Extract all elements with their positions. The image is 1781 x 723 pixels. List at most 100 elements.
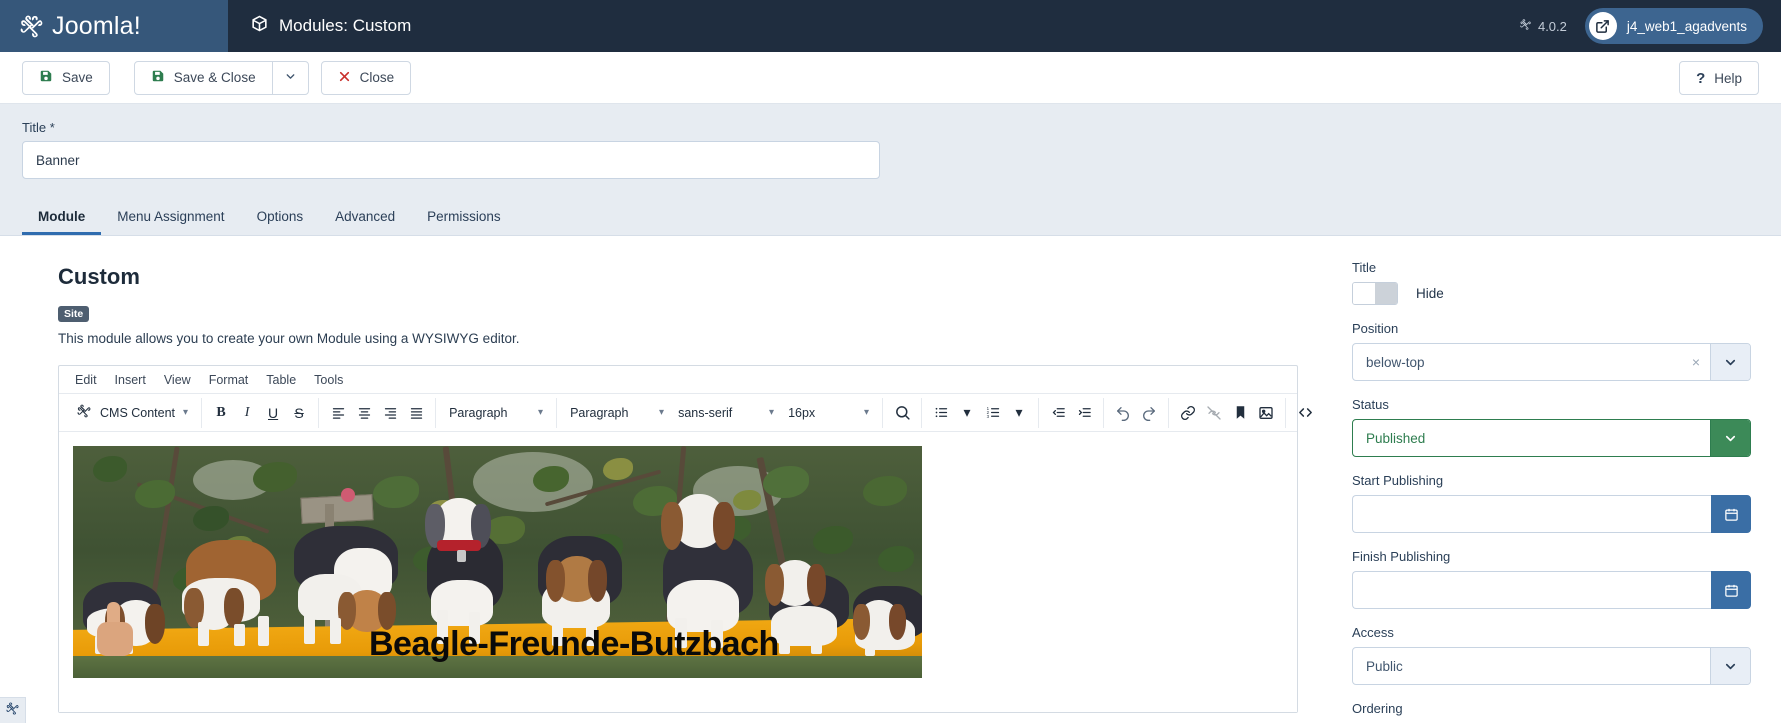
title-visibility-switcher: Hide: [1352, 282, 1751, 305]
joomla-icon: [76, 403, 92, 422]
chevron-down-icon[interactable]: [1710, 344, 1750, 380]
block-format-group-2: Paragraph ▾ sans-serif ▾ 16px ▾: [557, 397, 884, 428]
human-hand: [95, 602, 141, 660]
wysiwyg-editor: Edit Insert View Format Table Tools CMS: [58, 365, 1354, 713]
chevron-down-icon: ▾: [1015, 404, 1023, 420]
title-show-hide-toggle[interactable]: [1352, 282, 1398, 305]
user-name-label: j4_web1_agadvents: [1626, 18, 1747, 34]
undo-icon[interactable]: [1110, 400, 1136, 426]
numbered-list-icon[interactable]: 123: [980, 400, 1006, 426]
tab-options[interactable]: Options: [241, 209, 320, 236]
align-left-icon[interactable]: [325, 400, 351, 426]
page-title-zone: Modules: Custom: [228, 14, 411, 38]
align-justify-icon[interactable]: [403, 400, 429, 426]
calendar-icon[interactable]: [1711, 495, 1751, 533]
tab-permissions[interactable]: Permissions: [411, 209, 517, 236]
strikethrough-button[interactable]: S: [286, 400, 312, 426]
chevron-down-icon: ▾: [864, 407, 870, 418]
save-and-close-label: Save & Close: [173, 70, 256, 85]
font-family-dropdown[interactable]: sans-serif ▾: [671, 400, 781, 426]
calendar-icon[interactable]: [1711, 571, 1751, 609]
unlink-icon[interactable]: [1201, 400, 1227, 426]
access-value: Public: [1366, 658, 1403, 674]
joomla-logo[interactable]: Joomla!: [18, 13, 141, 40]
save-dropdown-toggle[interactable]: [271, 60, 309, 95]
joomla-icon: [1519, 18, 1532, 34]
menu-table[interactable]: Table: [258, 370, 304, 390]
ordering-group: Ordering: [1352, 701, 1751, 716]
status-group: Status Published: [1352, 397, 1751, 457]
tab-advanced[interactable]: Advanced: [319, 209, 411, 236]
banner-image[interactable]: Beagle-Freunde-Butzbach: [73, 446, 922, 678]
brand-block[interactable]: Joomla!: [0, 0, 228, 52]
tab-module[interactable]: Module: [22, 209, 102, 235]
external-link-icon: [1588, 12, 1617, 40]
version-label: 4.0.2: [1537, 18, 1567, 34]
indent-icon[interactable]: [1071, 400, 1097, 426]
title-input[interactable]: [22, 141, 880, 179]
editor-menubar: Edit Insert View Format Table Tools: [59, 366, 1297, 394]
position-group: Position below-top ×: [1352, 321, 1751, 381]
redo-icon[interactable]: [1136, 400, 1162, 426]
status-value: Published: [1366, 430, 1426, 446]
header-right: 4.0.2 j4_web1_agadvents: [1519, 0, 1763, 52]
bold-button[interactable]: B: [208, 400, 234, 426]
italic-button[interactable]: I: [234, 400, 260, 426]
wooden-sign: [300, 494, 374, 524]
link-icon[interactable]: [1175, 400, 1201, 426]
align-center-icon[interactable]: [351, 400, 377, 426]
help-button[interactable]: ? Help: [1679, 61, 1759, 95]
chevron-down-icon[interactable]: [1710, 420, 1750, 456]
cms-content-group: CMS Content ▾: [63, 397, 203, 428]
sidebar-collapse-toggle[interactable]: [0, 697, 26, 723]
bullet-list-icon[interactable]: [928, 400, 954, 426]
question-mark-icon: ?: [1696, 69, 1706, 87]
finish-publishing-label: Finish Publishing: [1352, 549, 1451, 564]
close-button[interactable]: Close: [320, 60, 412, 95]
block-format-value: Paragraph: [449, 405, 508, 420]
banner-caption: Beagle-Freunde-Butzbach: [369, 625, 779, 663]
block-format-value-2: Paragraph: [570, 405, 629, 420]
tab-menu-assignment[interactable]: Menu Assignment: [101, 209, 240, 236]
save-button[interactable]: Save: [22, 60, 110, 95]
source-code-icon[interactable]: [1292, 400, 1318, 426]
numbered-list-dropdown[interactable]: ▾: [1006, 400, 1032, 426]
block-format-dropdown[interactable]: Paragraph ▾: [442, 400, 550, 426]
start-publishing-input[interactable]: [1352, 495, 1711, 533]
pink-ball: [341, 488, 355, 502]
search-icon[interactable]: [889, 400, 915, 426]
bookmark-icon[interactable]: [1227, 400, 1253, 426]
user-menu-button[interactable]: j4_web1_agadvents: [1584, 8, 1763, 44]
chevron-down-icon: ▾: [659, 407, 665, 418]
block-format-dropdown-2[interactable]: Paragraph ▾: [563, 400, 671, 426]
menu-format[interactable]: Format: [201, 370, 257, 390]
menu-insert[interactable]: Insert: [107, 370, 154, 390]
toggle-track: [1375, 283, 1397, 304]
svg-text:3: 3: [986, 414, 989, 419]
chevron-down-icon: ▾: [183, 407, 189, 418]
save-and-close-button[interactable]: Save & Close: [133, 60, 273, 95]
finish-publishing-input[interactable]: [1352, 571, 1711, 609]
indent-group: [1039, 397, 1105, 428]
outdent-icon[interactable]: [1045, 400, 1071, 426]
chevron-down-icon: ▾: [538, 407, 544, 418]
access-select[interactable]: Public: [1352, 647, 1751, 685]
font-size-dropdown[interactable]: 16px ▾: [781, 400, 876, 426]
chevron-down-icon[interactable]: [1710, 648, 1750, 684]
menu-view[interactable]: View: [156, 370, 199, 390]
editor-content-area[interactable]: Beagle-Freunde-Butzbach: [59, 432, 1297, 712]
underline-button[interactable]: U: [260, 400, 286, 426]
clear-x-icon[interactable]: ×: [1682, 354, 1710, 370]
chevron-down-icon: [284, 70, 297, 86]
menu-edit[interactable]: Edit: [67, 370, 105, 390]
align-right-icon[interactable]: [377, 400, 403, 426]
status-select[interactable]: Published: [1352, 419, 1751, 457]
menu-tools[interactable]: Tools: [306, 370, 351, 390]
bullet-list-dropdown[interactable]: ▾: [954, 400, 980, 426]
cube-icon: [250, 14, 269, 38]
position-label: Position: [1352, 321, 1399, 336]
position-select[interactable]: below-top ×: [1352, 343, 1751, 381]
title-visibility-group: Title Hide: [1352, 260, 1751, 305]
image-icon[interactable]: [1253, 400, 1279, 426]
cms-content-dropdown[interactable]: CMS Content ▾: [69, 400, 195, 426]
